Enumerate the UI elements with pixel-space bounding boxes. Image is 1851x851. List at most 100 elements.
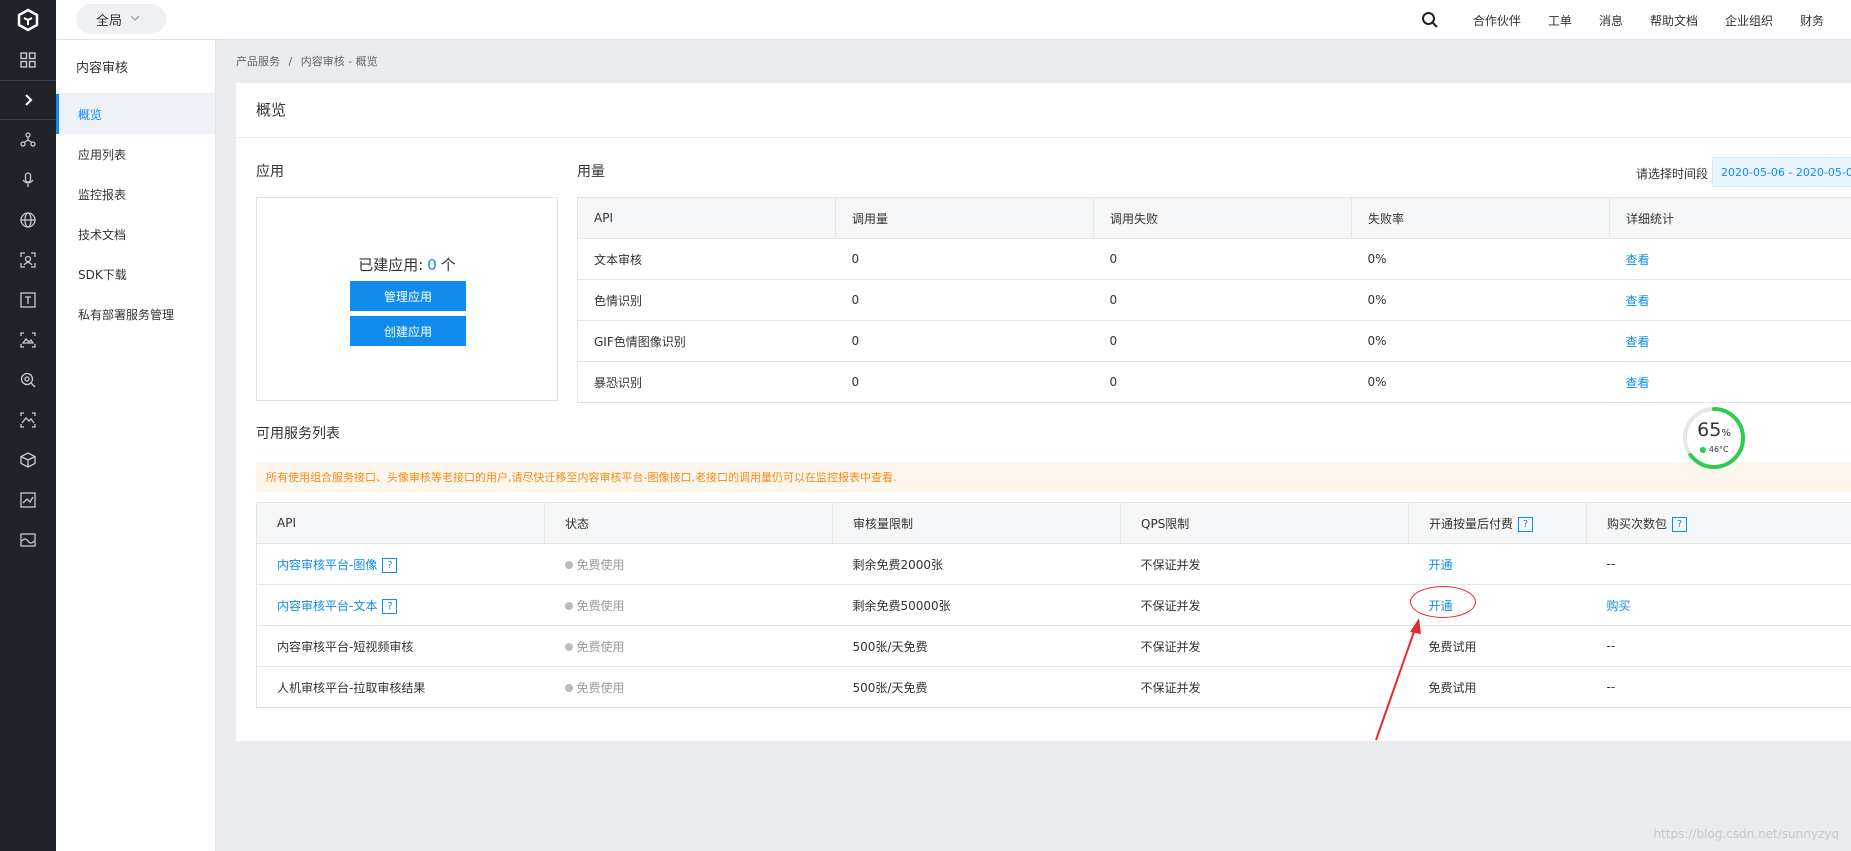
manage-apps-button[interactable]: 管理应用 [350, 281, 466, 311]
thermometer-icon: ● [1699, 445, 1707, 454]
call-count-cell: 0 [835, 279, 1094, 321]
image-scan-icon[interactable] [0, 320, 56, 360]
status-cell: 免费使用 [544, 584, 833, 626]
call-count-cell: 0 [835, 320, 1094, 362]
title-divider [236, 137, 1851, 138]
api-name-cell: 暴恐识别 [577, 361, 836, 403]
face-scan-icon[interactable] [0, 240, 56, 280]
date-range-picker[interactable]: 2020-05-06 - 2020-05-06 [1712, 157, 1851, 187]
help-icon[interactable]: ? [382, 598, 398, 614]
create-app-button[interactable]: 创建应用 [350, 316, 466, 346]
trial-cell: 免费试用 [1408, 666, 1587, 708]
status-text: 免费使用 [576, 598, 625, 613]
inspect-search-icon[interactable] [0, 360, 56, 400]
package-cell: -- [1586, 666, 1851, 708]
nav-help-docs[interactable]: 帮助文档 [1650, 12, 1698, 29]
table-header-row: API 调用量 调用失败 失败率 详细统计 [577, 197, 1851, 239]
nav-partners[interactable]: 合作伙伴 [1473, 12, 1521, 29]
sidebar-item-app-list[interactable]: 应用列表 [56, 134, 215, 174]
nav-tickets[interactable]: 工单 [1548, 12, 1572, 29]
sidebar-item-monitor-report[interactable]: 监控报表 [56, 174, 215, 214]
services-section-title: 可用服务列表 [256, 426, 340, 442]
icon-rail [0, 0, 56, 851]
view-details-link[interactable]: 查看 [1626, 294, 1650, 308]
breadcrumb-root[interactable]: 产品服务 [236, 55, 280, 68]
view-details-link[interactable]: 查看 [1626, 335, 1650, 349]
view-details-link[interactable]: 查看 [1626, 253, 1650, 267]
app-count-label: 已建应用: [358, 256, 424, 274]
gauge-number: 65 [1697, 419, 1722, 441]
sidebar-item-private-deploy[interactable]: 私有部署服务管理 [56, 294, 215, 334]
globe-icon[interactable] [0, 200, 56, 240]
app-count: 已建应用: 0 个 [257, 254, 557, 275]
api-link[interactable]: 内容审核平台-图像 [277, 558, 377, 572]
activate-link[interactable]: 开通 [1429, 558, 1453, 572]
view-details-link[interactable]: 查看 [1626, 376, 1650, 390]
overview-panel: 概览 应用 用量 已建应用: 0 个 管理应用 创建应用 请选择时间段 2020-0… [236, 83, 1851, 741]
usage-gauge-widget[interactable]: 65% ● 46°C [1681, 405, 1747, 471]
landscape-scan-icon[interactable] [0, 400, 56, 440]
quota-cell: 剩余免费50000张 [832, 584, 1121, 626]
sidebar-item-sdk-download[interactable]: SDK下载 [56, 254, 215, 294]
breadcrumb-current: 内容审核 - 概览 [300, 55, 378, 68]
chart-frame-icon[interactable] [0, 480, 56, 520]
api-link[interactable]: 内容审核平台-文本 [277, 599, 377, 613]
api-name-cell: 色情识别 [577, 279, 836, 321]
status-text: 免费使用 [576, 639, 625, 654]
sidebar-header: 内容审核 [56, 40, 215, 94]
microphone-icon[interactable] [0, 160, 56, 200]
call-count-cell: 0 [835, 238, 1094, 280]
apps-card: 已建应用: 0 个 管理应用 创建应用 [256, 197, 558, 401]
watermark: https://blog.csdn.net/sunnyzyq [1653, 827, 1839, 841]
buy-link[interactable]: 购买 [1607, 599, 1631, 613]
column-header: 详细统计 [1609, 197, 1851, 239]
usage-table: API 调用量 调用失败 失败率 详细统计 文本审核 0 0 0% 查看 色情识… [577, 197, 1851, 403]
sidebar-item-tech-docs[interactable]: 技术文档 [56, 214, 215, 254]
migration-notice: 所有使用组合服务接口、头像审核等老接口的用户,请尽快迁移至内容审核平台-图像接口… [256, 462, 1851, 492]
column-header: 状态 [544, 502, 833, 544]
scope-selector[interactable]: 全局 [76, 4, 166, 34]
status-cell: 免费使用 [544, 666, 833, 708]
qps-cell: 不保证并发 [1120, 666, 1409, 708]
help-icon[interactable]: ? [382, 557, 398, 573]
table-row: 色情识别 0 0 0% 查看 [577, 279, 1851, 321]
wave-frame-icon[interactable] [0, 520, 56, 560]
date-range-label: 请选择时间段 [1636, 167, 1709, 181]
logo-icon[interactable] [0, 0, 56, 40]
status-cell: 免费使用 [544, 625, 833, 667]
failure-rate-cell: 0% [1351, 238, 1610, 280]
table-header-row: API 状态 审核量限制 QPS限制 开通按量后付费? 购买次数包? [256, 502, 1851, 544]
services-table: API 状态 审核量限制 QPS限制 开通按量后付费? 购买次数包? 内容审核平… [256, 502, 1851, 708]
failure-rate-cell: 0% [1351, 320, 1610, 362]
failure-rate-cell: 0% [1351, 361, 1610, 403]
annotation-circle [1410, 586, 1476, 618]
text-recognition-icon[interactable] [0, 280, 56, 320]
column-header: 调用量 [835, 197, 1094, 239]
table-row: 内容审核平台-图像? 免费使用 剩余免费2000张 不保证并发 开通 -- [256, 543, 1851, 585]
nav-messages[interactable]: 消息 [1599, 12, 1623, 29]
column-header: API [256, 502, 545, 544]
sidebar-item-overview[interactable]: 概览 [56, 94, 215, 134]
network-nodes-icon[interactable] [0, 120, 56, 160]
dashboard-grid-icon[interactable] [0, 40, 56, 80]
qps-cell: 不保证并发 [1120, 543, 1409, 585]
qps-cell: 不保证并发 [1120, 584, 1409, 626]
column-header: API [577, 197, 836, 239]
help-icon[interactable]: ? [1518, 516, 1534, 532]
search-icon[interactable] [1421, 11, 1439, 29]
status-dot-icon [564, 684, 573, 692]
breadcrumb-separator: / [288, 55, 293, 68]
status-text: 免费使用 [576, 680, 625, 695]
qps-cell: 不保证并发 [1120, 625, 1409, 667]
gauge-value: 65% [1681, 419, 1747, 441]
help-icon[interactable]: ? [1672, 516, 1688, 532]
cube-icon[interactable] [0, 440, 56, 480]
expand-chevron-icon[interactable] [0, 80, 56, 120]
usage-section-title: 用量 [577, 164, 605, 180]
column-header: 审核量限制 [832, 502, 1121, 544]
nav-organization[interactable]: 企业组织 [1725, 12, 1773, 29]
column-header: 调用失败 [1093, 197, 1352, 239]
column-header-postpaid: 开通按量后付费? [1408, 502, 1587, 544]
nav-finance[interactable]: 财务 [1800, 12, 1824, 29]
gauge-temperature: ● 46°C [1681, 445, 1747, 454]
